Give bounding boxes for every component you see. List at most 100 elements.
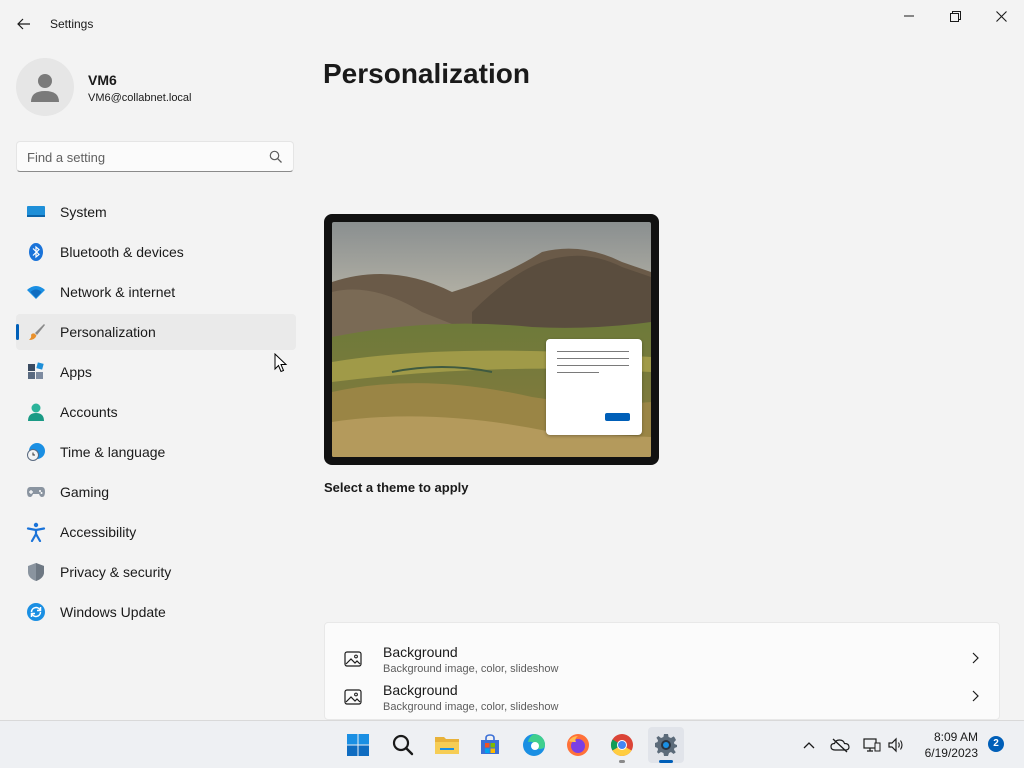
setting-row-background[interactable]: Background Background image, color, slid… bbox=[325, 640, 999, 678]
chrome-icon bbox=[611, 734, 633, 756]
preview-accent-button bbox=[605, 413, 630, 421]
start-button[interactable] bbox=[340, 727, 376, 763]
edge-button[interactable] bbox=[516, 727, 552, 763]
restore-button[interactable] bbox=[932, 0, 978, 32]
clock-date: 6/19/2023 bbox=[924, 746, 978, 760]
system-icon bbox=[26, 202, 46, 222]
search-icon[interactable] bbox=[269, 150, 283, 164]
sidebar-item-system[interactable]: System bbox=[16, 194, 296, 230]
sidebar-item-personalization[interactable]: Personalization bbox=[16, 314, 296, 350]
sidebar-item-network[interactable]: Network & internet bbox=[16, 274, 296, 310]
active-indicator bbox=[659, 760, 673, 763]
ethernet-icon bbox=[863, 738, 881, 752]
bluetooth-icon bbox=[26, 242, 46, 262]
settings-taskbar-button[interactable] bbox=[648, 727, 684, 763]
sidebar-item-gaming[interactable]: Gaming bbox=[16, 474, 296, 510]
chevron-right-icon bbox=[972, 690, 979, 702]
apps-icon bbox=[26, 362, 46, 382]
show-hidden-icons-button[interactable] bbox=[799, 735, 819, 755]
person-icon bbox=[26, 402, 46, 422]
taskbar-search-button[interactable] bbox=[385, 727, 421, 763]
sidebar-item-time-language[interactable]: Time & language bbox=[16, 434, 296, 470]
sidebar-nav: System Bluetooth & devices Network & int… bbox=[16, 194, 296, 634]
windows-start-icon bbox=[347, 734, 369, 756]
globe-clock-icon bbox=[26, 442, 46, 462]
sidebar-item-label: Personalization bbox=[60, 324, 156, 340]
sidebar-item-accounts[interactable]: Accounts bbox=[16, 394, 296, 430]
title-bar: Settings bbox=[0, 0, 1024, 48]
mouse-cursor-icon bbox=[274, 353, 288, 373]
network-tray-button[interactable] bbox=[862, 735, 882, 755]
firefox-button[interactable] bbox=[560, 727, 596, 763]
user-profile[interactable]: VM6 VM6@collabnet.local bbox=[16, 58, 296, 118]
folder-icon bbox=[435, 737, 459, 754]
restore-icon bbox=[949, 10, 961, 22]
sidebar-item-label: Accessibility bbox=[60, 524, 137, 540]
setting-title: Background bbox=[383, 644, 458, 660]
user-email: VM6@collabnet.local bbox=[88, 92, 192, 104]
volume-tray-button[interactable] bbox=[886, 735, 906, 755]
back-arrow-icon bbox=[17, 18, 30, 30]
gamepad-icon bbox=[26, 482, 46, 502]
minimize-button[interactable] bbox=[886, 0, 932, 32]
sidebar-item-windows-update[interactable]: Windows Update bbox=[16, 594, 296, 630]
search-box bbox=[16, 141, 294, 172]
setting-row-background-2[interactable]: Background Background image, color, slid… bbox=[325, 678, 999, 716]
shield-icon bbox=[26, 562, 46, 582]
speaker-icon bbox=[888, 737, 903, 753]
back-button[interactable] bbox=[12, 12, 36, 36]
sidebar-item-label: Bluetooth & devices bbox=[60, 244, 184, 260]
edge-icon bbox=[523, 734, 545, 756]
search-input[interactable] bbox=[27, 148, 257, 166]
file-explorer-button[interactable] bbox=[429, 727, 465, 763]
sidebar-item-label: Apps bbox=[60, 364, 92, 380]
onedrive-tray-button[interactable] bbox=[830, 735, 850, 755]
sidebar-item-label: Gaming bbox=[60, 484, 110, 500]
sidebar-item-label: Accounts bbox=[60, 404, 118, 420]
firefox-icon bbox=[567, 734, 589, 756]
close-icon bbox=[995, 10, 1007, 22]
search-icon bbox=[392, 734, 414, 756]
chevron-up-icon bbox=[803, 742, 815, 749]
sidebar-item-label: Network & internet bbox=[60, 284, 176, 300]
store-icon bbox=[481, 734, 499, 754]
sidebar-item-label: System bbox=[60, 204, 107, 220]
system-clock[interactable]: 8:09 AM 6/19/2023 bbox=[912, 729, 978, 761]
person-avatar-icon bbox=[31, 74, 59, 102]
update-icon bbox=[26, 602, 46, 622]
paintbrush-icon bbox=[26, 322, 46, 342]
setting-subtitle: Background image, color, slideshow bbox=[383, 701, 559, 713]
user-name: VM6 bbox=[88, 72, 117, 88]
preview-window bbox=[546, 339, 642, 435]
image-icon bbox=[344, 651, 362, 667]
theme-section-label: Select a theme to apply bbox=[324, 480, 469, 495]
microsoft-store-button[interactable] bbox=[472, 727, 508, 763]
settings-list: Background Background image, color, slid… bbox=[324, 622, 1000, 720]
taskbar: 8:09 AM 6/19/2023 2 bbox=[0, 720, 1024, 768]
sidebar-item-label: Time & language bbox=[60, 444, 166, 460]
chevron-right-icon bbox=[972, 652, 979, 664]
setting-title: Background bbox=[383, 682, 458, 698]
app-title: Settings bbox=[50, 17, 94, 31]
sidebar-item-label: Privacy & security bbox=[60, 564, 172, 580]
accessibility-icon bbox=[26, 522, 46, 542]
wifi-icon bbox=[26, 282, 46, 302]
running-indicator bbox=[619, 760, 625, 763]
clock-time: 8:09 AM bbox=[933, 730, 978, 744]
minimize-icon bbox=[904, 15, 914, 17]
image-icon bbox=[344, 689, 362, 705]
chrome-button[interactable] bbox=[604, 727, 640, 763]
avatar bbox=[16, 58, 74, 116]
close-button[interactable] bbox=[978, 0, 1024, 32]
theme-preview bbox=[324, 214, 659, 465]
setting-subtitle: Background image, color, slideshow bbox=[383, 663, 559, 675]
page-title: Personalization bbox=[323, 58, 530, 89]
sidebar-item-accessibility[interactable]: Accessibility bbox=[16, 514, 296, 550]
sidebar-item-privacy[interactable]: Privacy & security bbox=[16, 554, 296, 590]
settings-gear-icon bbox=[655, 734, 677, 756]
cloud-offline-icon bbox=[830, 738, 850, 753]
sidebar-item-bluetooth[interactable]: Bluetooth & devices bbox=[16, 234, 296, 270]
sidebar-item-apps[interactable]: Apps bbox=[16, 354, 296, 390]
sidebar-item-label: Windows Update bbox=[60, 604, 166, 620]
notification-badge[interactable]: 2 bbox=[988, 736, 1004, 752]
